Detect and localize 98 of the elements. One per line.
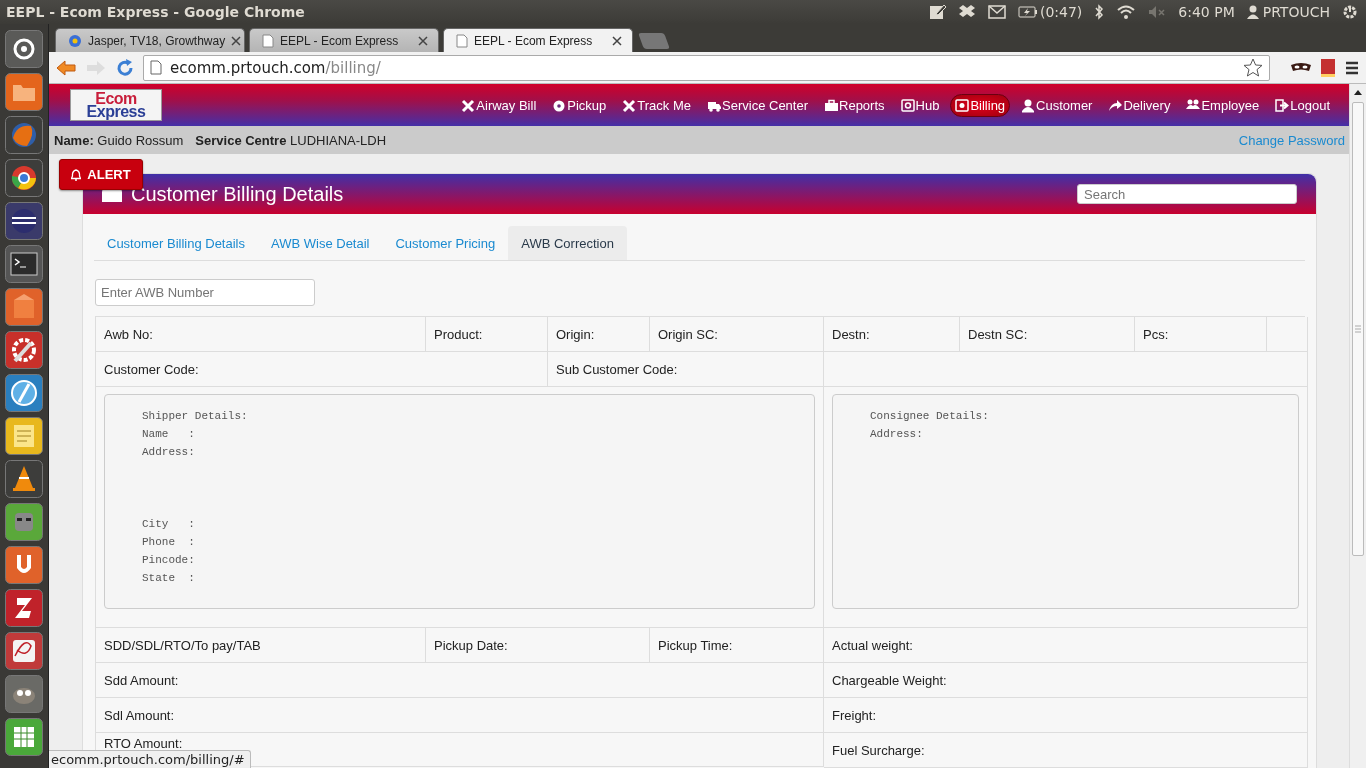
planet-icon[interactable] [5,202,43,240]
detail-label: City : [142,517,196,532]
close-icon[interactable] [231,35,242,46]
field-label: Sdl Amount: [96,698,824,733]
magnet-icon[interactable] [5,546,43,584]
reload-icon[interactable] [115,57,135,78]
wifi-icon[interactable] [1116,4,1137,20]
field-label: Actual weight: [824,628,1308,663]
alert-button[interactable]: ALERT [59,159,143,190]
circle-logo-icon[interactable] [5,30,43,68]
awb-number-field[interactable]: Enter AWB Number [95,279,315,306]
field-label: Destn: [824,317,960,352]
nav-link[interactable]: Logout [1270,93,1335,117]
field-label: Sub Customer Code: [548,352,824,387]
battery-time: (0:47) [1039,4,1083,20]
nav-link[interactable]: Employee [1181,93,1265,117]
nav-link[interactable]: Reports [819,93,890,117]
person-icon [1246,5,1259,19]
battery-icon[interactable] [1017,6,1038,18]
panel-tab[interactable]: AWB Correction [508,226,627,260]
user-name[interactable]: PRTOUCH [1262,4,1330,20]
star-icon[interactable] [1243,57,1263,78]
back-arrow-icon[interactable] [55,58,77,77]
grip-icon [1355,325,1361,333]
field-label: Fuel Surcharge: [824,733,1308,768]
wheel-icon[interactable] [5,159,43,197]
url-tooltip: ecomm.prtouch.com/billing/# [49,750,251,768]
detail-label: Pincode: [142,553,196,568]
spreadsheet-icon[interactable] [5,718,43,756]
field-label: Pickup Date: [426,628,650,663]
browser-tab[interactable]: EEPL - Ecom Express [443,28,633,52]
nav-link[interactable]: Customer [1016,93,1098,117]
scrollbar-thumb[interactable] [1352,102,1364,556]
nav-link[interactable]: Billing [950,93,1011,117]
page-icon [150,60,162,75]
browser-tab[interactable]: EEPL - Ecom Express [249,28,439,52]
detail-heading: Consignee Details: [870,409,990,424]
swirl-icon[interactable] [5,632,43,670]
panel-tab[interactable]: Customer Pricing [382,226,509,260]
scrollbar[interactable] [1349,84,1366,768]
detail-label: Address: [870,427,924,442]
window-title: EEPL - Ecom Express - Google Chrome [5,4,306,20]
address-bar[interactable]: ecomm.prtouch.com/billing/ [143,54,1270,81]
field-label: Pickup Time: [650,628,824,663]
power-gear-icon[interactable] [1342,4,1358,20]
note-edit-icon[interactable] [927,3,946,21]
folder-icon[interactable] [5,73,43,111]
person-icon [1021,97,1036,113]
menu-icon[interactable] [1344,59,1360,76]
detail-label: Address: [142,445,196,460]
terminal-icon[interactable] [5,245,43,283]
briefcase-icon [824,97,838,113]
field-label: Pcs: [1135,317,1267,352]
nav-link[interactable]: Delivery [1103,93,1176,117]
nav-link[interactable]: Pickup [547,93,612,117]
field-label: Product: [426,317,548,352]
table-cell [1267,317,1308,352]
envelope-icon[interactable] [987,5,1006,19]
mascot-icon[interactable] [5,675,43,713]
nav-link[interactable]: Service Center [702,93,813,117]
bluetooth-icon[interactable] [1094,4,1105,20]
notepad-icon[interactable] [5,417,43,455]
field-label: Freight: [824,698,1308,733]
page-icon [262,33,274,48]
panel-tab[interactable]: AWB Wise Detail [258,226,383,260]
field-label: Chargeable Weight: [824,663,1308,698]
nav-link[interactable]: Track Me [617,93,697,117]
service-centre: Service Centre LUDHIANA-LDH [195,132,387,148]
field-label: Origin: [548,317,650,352]
field-label: SDD/SDL/RTO/To pay/TAB [96,628,426,663]
new-tab-button[interactable] [638,33,670,49]
field-label: Origin SC: [650,317,824,352]
nav-link[interactable]: Airway Bill [456,93,542,117]
field-label: Customer Code: [96,352,548,387]
nav-link[interactable]: Hub [895,93,945,117]
globe-icon[interactable] [5,116,43,154]
detail-heading: Shipper Details: [142,409,249,424]
panel-tab[interactable]: Customer Billing Details [94,226,258,260]
logout-icon [1275,97,1290,113]
page-icon [456,33,468,48]
field-label: Sdd Amount: [96,663,824,698]
detail-label: Phone : [142,535,196,550]
detail-label: Name : [142,427,196,442]
cone-icon[interactable] [5,460,43,498]
field-label: Destn SC: [960,317,1135,352]
user-name: Name: Guido Rossum [54,132,184,148]
detail-label: State : [142,571,196,586]
book-icon[interactable] [1320,57,1336,78]
browser-tab[interactable]: Jasper, TV18, Growthway [55,28,245,52]
search-field[interactable]: Search [1077,184,1297,204]
close-icon[interactable] [612,35,622,46]
logo[interactable]: Ecom Express [70,89,162,121]
clock[interactable]: 6:40 PM [1178,4,1235,20]
compass-icon[interactable] [5,374,43,412]
close-icon[interactable] [418,35,428,46]
robot-icon[interactable] [5,503,43,541]
field-label: Awb No: [96,317,426,352]
bell-icon [71,168,82,181]
